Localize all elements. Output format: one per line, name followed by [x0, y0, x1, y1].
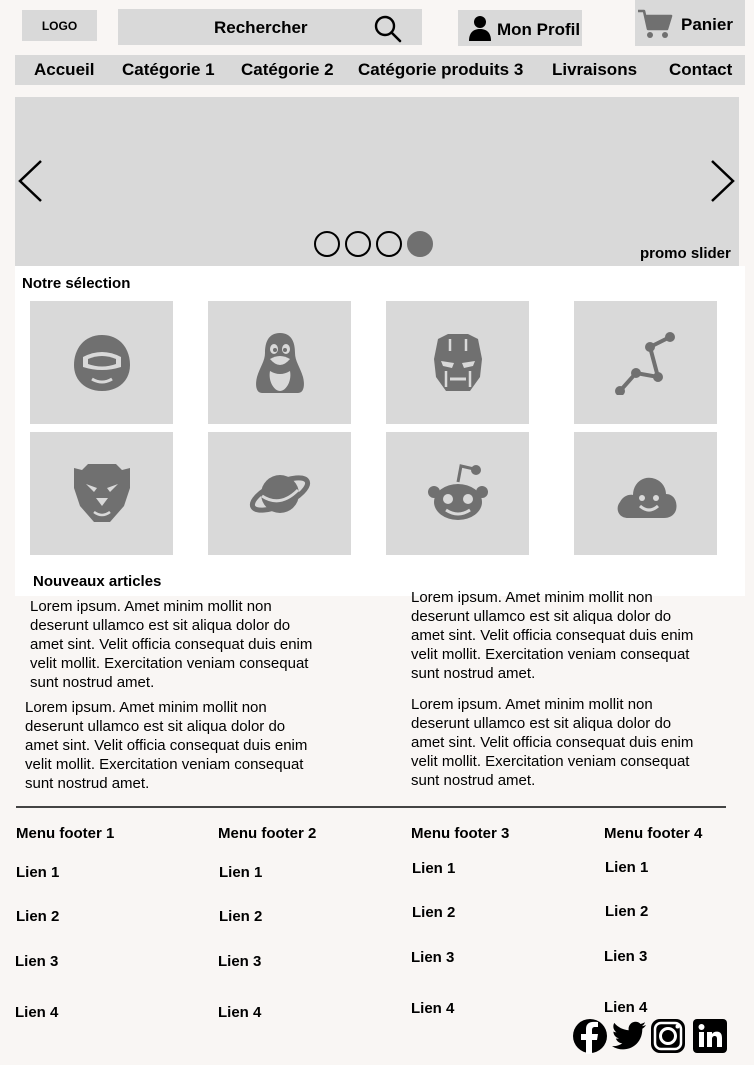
footer-link[interactable]: Lien 3 [15, 953, 58, 970]
promo-slider[interactable]: promo slider [15, 97, 739, 266]
slider-dot-active[interactable] [407, 231, 433, 257]
nav-item-categorie-1[interactable]: Catégorie 1 [122, 60, 215, 80]
chevron-left-icon[interactable] [17, 159, 43, 203]
slider-dot[interactable] [376, 231, 402, 257]
article-excerpt: Lorem ipsum. Amet minim mollit non deser… [411, 589, 694, 682]
footer-link[interactable]: Lien 4 [604, 999, 647, 1016]
slider-dot[interactable] [314, 231, 340, 257]
footer-link[interactable]: Lien 2 [412, 904, 455, 921]
section-title-selection: Notre sélection [22, 275, 131, 292]
section-title-articles: Nouveaux articles [33, 573, 162, 590]
footer-link[interactable]: Lien 1 [219, 864, 262, 881]
product-tile[interactable] [30, 301, 173, 424]
footer-link[interactable]: Lien 4 [218, 1004, 261, 1021]
nav-item-categorie-produits-3[interactable]: Catégorie produits 3 [358, 60, 523, 80]
penguin-icon [255, 332, 304, 393]
main-nav: Accueil Catégorie 1 Catégorie 2 Catégori… [15, 55, 745, 85]
slider-dots [314, 231, 433, 257]
footer-menu-title: Menu footer 1 [16, 825, 115, 842]
linkedin-icon[interactable] [692, 1018, 728, 1054]
footer-divider [16, 806, 726, 808]
user-icon [469, 16, 491, 41]
footer-link[interactable]: Lien 4 [411, 1000, 454, 1017]
profile-button[interactable]: Mon Profil [458, 10, 582, 46]
logo-text: LOGO [41, 18, 78, 33]
product-tile[interactable] [30, 432, 173, 555]
reddit-icon [427, 463, 488, 520]
slider-label: promo slider [640, 245, 731, 262]
footer-link[interactable]: Lien 1 [605, 859, 648, 876]
footer-link[interactable]: Lien 2 [605, 903, 648, 920]
article-excerpt: Lorem ipsum. Amet minim mollit non deser… [411, 696, 694, 789]
nav-item-accueil[interactable]: Accueil [34, 60, 94, 80]
product-tile[interactable] [386, 432, 529, 555]
footer-link[interactable]: Lien 3 [218, 953, 261, 970]
nav-item-contact[interactable]: Contact [669, 60, 732, 80]
slider-dot[interactable] [345, 231, 371, 257]
logo[interactable]: LOGO [22, 10, 97, 41]
article-excerpt: Lorem ipsum. Amet minim mollit non deser… [25, 699, 308, 792]
constellation-icon [614, 331, 675, 395]
footer-link[interactable]: Lien 4 [15, 1004, 58, 1021]
product-tile[interactable] [208, 301, 351, 424]
footer-menu-title: Menu footer 3 [411, 825, 510, 842]
planet-icon [249, 474, 310, 513]
product-tile[interactable] [574, 301, 717, 424]
instagram-icon[interactable] [650, 1018, 686, 1054]
footer-link[interactable]: Lien 1 [412, 860, 455, 877]
cloud-smile-icon [617, 477, 677, 518]
astronaut-icon [73, 334, 130, 391]
footer-link[interactable]: Lien 2 [219, 908, 262, 925]
footer-menu-title: Menu footer 4 [604, 825, 703, 842]
product-tile[interactable] [386, 301, 529, 424]
search-bar[interactable]: Rechercher [118, 9, 422, 45]
footer-link[interactable]: Lien 1 [16, 864, 59, 881]
twitter-icon[interactable] [611, 1018, 647, 1054]
iron-man-icon [433, 333, 482, 391]
nav-item-livraisons[interactable]: Livraisons [552, 60, 637, 80]
search-icon[interactable] [373, 14, 403, 44]
footer-link[interactable]: Lien 3 [604, 948, 647, 965]
product-tile[interactable] [574, 432, 717, 555]
profile-label: Mon Profil [497, 20, 581, 39]
search-placeholder: Rechercher [214, 18, 308, 37]
chevron-right-icon[interactable] [710, 159, 736, 203]
cart-label: Panier [681, 15, 733, 34]
footer-link[interactable]: Lien 3 [411, 949, 454, 966]
footer-menu-title: Menu footer 2 [218, 825, 317, 842]
footer-link[interactable]: Lien 2 [16, 908, 59, 925]
cart-button[interactable]: Panier [635, 0, 745, 46]
cart-icon [638, 9, 673, 38]
article-excerpt: Lorem ipsum. Amet minim mollit non deser… [30, 598, 313, 691]
facebook-icon[interactable] [572, 1018, 608, 1054]
lion-icon [73, 463, 130, 522]
nav-item-categorie-2[interactable]: Catégorie 2 [241, 60, 334, 80]
product-tile[interactable] [208, 432, 351, 555]
